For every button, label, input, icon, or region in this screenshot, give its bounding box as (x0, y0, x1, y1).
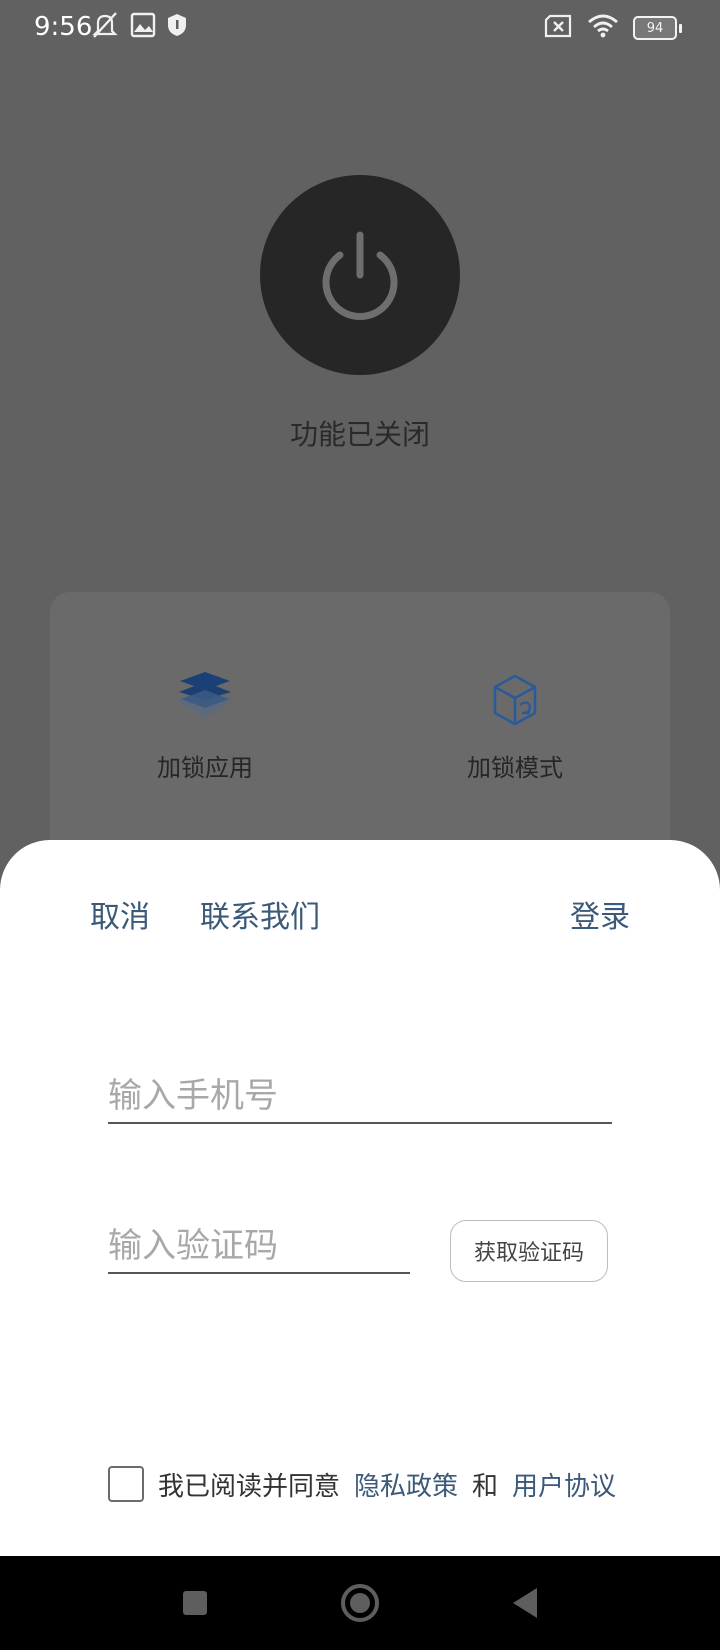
status-bar: 9:56 94 (0, 0, 720, 54)
shield-icon (166, 12, 188, 42)
circle-icon (341, 1584, 379, 1622)
agreement-row: 我已阅读并同意 隐私政策 和 用户协议 (108, 1466, 616, 1502)
feature-lock-mode[interactable]: 加锁模式 (415, 670, 615, 783)
battery-level: 94 (633, 16, 677, 40)
feature-lock-apps[interactable]: 加锁应用 (105, 670, 305, 783)
status-icons-right: 94 (543, 13, 682, 43)
status-icons-left (90, 12, 188, 42)
power-toggle-button[interactable] (260, 175, 460, 375)
navigation-bar (0, 1556, 720, 1650)
photo-icon (130, 12, 156, 42)
cancel-button[interactable]: 取消 (90, 892, 150, 936)
agree-checkbox[interactable] (108, 1466, 144, 1502)
login-button[interactable]: 登录 (570, 892, 630, 936)
privacy-policy-link[interactable]: 隐私政策 (354, 1466, 458, 1503)
status-time: 9:56 (34, 12, 93, 42)
cube-icon (415, 670, 615, 730)
back-triangle-icon (513, 1588, 537, 1618)
login-bottom-sheet: 取消 联系我们 登录 获取验证码 我已阅读并同意 隐私政策 和 用户协议 (0, 840, 720, 1556)
sheet-header: 取消 联系我们 登录 (0, 892, 720, 942)
wifi-icon (587, 14, 619, 42)
code-field-container (108, 1220, 410, 1274)
back-button[interactable] (500, 1578, 550, 1628)
verification-code-input[interactable] (108, 1220, 410, 1272)
features-card: 加锁应用 加锁模式 (50, 592, 670, 872)
power-icon (322, 231, 398, 320)
function-status-text: 功能已关闭 (289, 418, 430, 451)
contact-us-button[interactable]: 联系我们 (200, 892, 320, 936)
battery-icon: 94 (633, 16, 682, 40)
feature-label-lock-apps: 加锁应用 (157, 754, 253, 782)
agree-text: 我已阅读并同意 (158, 1471, 341, 1502)
square-icon (183, 1591, 207, 1615)
phone-field-container (108, 1070, 612, 1124)
get-code-button[interactable]: 获取验证码 (450, 1220, 608, 1282)
mute-icon (90, 11, 120, 43)
layers-icon (105, 670, 305, 730)
user-agreement-link[interactable]: 用户协议 (512, 1466, 616, 1503)
recent-apps-button[interactable] (170, 1578, 220, 1628)
home-button[interactable] (335, 1578, 385, 1628)
and-text: 和 (472, 1471, 499, 1502)
phone-input[interactable] (108, 1070, 612, 1122)
sim-x-icon (543, 14, 573, 42)
feature-label-lock-mode: 加锁模式 (467, 754, 563, 782)
